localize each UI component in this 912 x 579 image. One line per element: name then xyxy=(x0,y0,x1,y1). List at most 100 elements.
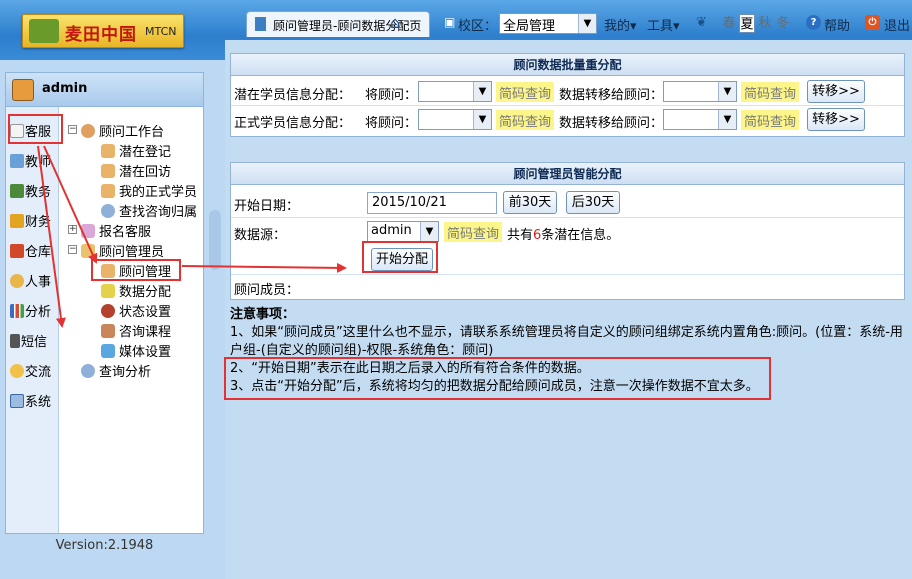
users-icon xyxy=(101,184,115,198)
expand-signup-icon[interactable]: + xyxy=(68,225,77,234)
to-consultant-select[interactable]: ▼ xyxy=(663,109,737,130)
tree-item-potential-followup[interactable]: 潜在回访 xyxy=(101,161,171,180)
logo-mark-icon xyxy=(29,19,59,43)
category-column: 客服 教师 教务 财务 仓库 人事 分析 短信 交流 系统 xyxy=(6,107,59,533)
tree-item-media-settings[interactable]: 媒体设置 xyxy=(101,341,171,360)
chevron-down-icon: ▼ xyxy=(578,14,596,33)
code-search-link[interactable]: 简码查询 xyxy=(741,82,800,102)
help-icon[interactable]: ? xyxy=(806,15,821,30)
record-count: 共有6条潜在信息。 xyxy=(507,228,620,243)
start-date-input[interactable]: 2015/10/21 xyxy=(367,192,497,214)
collapse-workbench-icon[interactable]: − xyxy=(68,125,77,134)
transfer-button[interactable]: 转移>> xyxy=(807,80,865,103)
category-sms[interactable]: 短信 xyxy=(10,331,58,355)
system-icon xyxy=(10,394,24,408)
notes-title: 注意事项： xyxy=(230,307,296,322)
category-academic[interactable]: 教务 xyxy=(10,181,58,205)
chevron-down-icon: ▼ xyxy=(718,82,736,101)
code-search-link[interactable]: 简码查询 xyxy=(444,222,503,242)
logo: 麦田中国 MTCN xyxy=(22,14,184,48)
note-1: 1、如果“顾问成员”这里什么也不显示，请联系系统管理员将自定义的顾问组绑定系统内… xyxy=(230,325,903,358)
chevron-down-icon: ▼ xyxy=(473,110,491,129)
tree-signup[interactable]: 报名客服 xyxy=(81,221,151,240)
category-chat[interactable]: 交流 xyxy=(10,361,58,385)
formal-student-row: 正式学员信息分配： 将顾问： ▼ 简码查询 数据转移给顾问： ▼ 简码查询 转移… xyxy=(231,106,904,134)
main-content: 顾问数据批量重分配 潜在学员信息分配： 将顾问： ▼ 简码查询 数据转移给顾问：… xyxy=(225,40,912,579)
to-consultant-select[interactable]: ▼ xyxy=(663,81,737,102)
tab-data-allocation[interactable]: 顾问管理员-顾问数据分配页 ⌂ xyxy=(246,11,430,37)
code-search-link[interactable]: 简码查询 xyxy=(496,82,555,102)
season-autumn[interactable]: 秋 xyxy=(757,14,773,33)
code-search-link[interactable]: 简码查询 xyxy=(741,110,800,130)
from-consultant-select[interactable]: ▼ xyxy=(418,81,492,102)
search-icon xyxy=(81,364,95,378)
campus-select[interactable]: 全局管理 ▼ xyxy=(499,13,597,34)
sidebar-collapse-handle[interactable] xyxy=(209,210,221,270)
members-row: 顾问成员： xyxy=(231,275,904,299)
data-source-row: 数据源： admin ▼ 简码查询 共有6条潜在信息。 xyxy=(231,218,904,245)
tree-item-status-settings[interactable]: 状态设置 xyxy=(101,301,171,320)
transfer-button[interactable]: 转移>> xyxy=(807,108,865,131)
prev-30-days-button[interactable]: 前30天 xyxy=(503,191,557,214)
person-question-icon xyxy=(10,274,24,288)
data-source-select[interactable]: admin ▼ xyxy=(367,221,439,242)
category-analysis[interactable]: 分析 xyxy=(10,301,58,325)
my-menu[interactable]: 我的▾ xyxy=(604,15,637,34)
annotation-box-start-button xyxy=(362,241,438,273)
chevron-down-icon: ▼ xyxy=(473,82,491,101)
season-spring[interactable]: 春 xyxy=(721,14,737,33)
start-date-label: 开始日期： xyxy=(234,199,300,214)
smart-allocation-panel: 顾问管理员智能分配 开始日期： 2015/10/21 前30天 后30天 数据源… xyxy=(230,162,905,300)
annotation-box-notes xyxy=(224,357,771,400)
start-date-row: 开始日期： 2015/10/21 前30天 后30天 xyxy=(231,187,904,218)
tree-workbench[interactable]: 顾问工作台 xyxy=(81,121,164,140)
version-label: Version:2.1948 xyxy=(55,538,154,553)
formal-allocation-label: 正式学员信息分配： xyxy=(234,116,352,131)
category-teacher[interactable]: 教师 xyxy=(10,151,58,175)
page-icon xyxy=(255,17,266,31)
next-30-days-button[interactable]: 后30天 xyxy=(566,191,620,214)
from-consultant-label: 将顾问： xyxy=(365,116,418,131)
category-finance[interactable]: 财务 xyxy=(10,211,58,235)
tree-item-potential-register[interactable]: 潜在登记 xyxy=(101,141,171,160)
person-icon xyxy=(81,124,95,138)
tools-menu[interactable]: 工具▾ xyxy=(647,15,680,34)
category-hr[interactable]: 人事 xyxy=(10,271,58,295)
search-icon xyxy=(101,204,115,218)
data-source-label: 数据源： xyxy=(234,228,287,243)
season-winter[interactable]: 冬 xyxy=(775,14,791,33)
potential-allocation-label: 潜在学员信息分配： xyxy=(234,88,352,103)
code-search-link[interactable]: 简码查询 xyxy=(496,110,555,130)
data-icon xyxy=(101,284,115,298)
category-warehouse[interactable]: 仓库 xyxy=(10,241,58,265)
batch-panel-title: 顾问数据批量重分配 xyxy=(231,54,904,76)
user-icon xyxy=(101,144,115,158)
status-icon xyxy=(101,304,115,318)
data-source-value: admin xyxy=(371,223,412,238)
campus-label: 校区： xyxy=(458,19,498,34)
tree-item-my-students[interactable]: 我的正式学员 xyxy=(101,181,197,200)
logout-icon[interactable]: ⏻ xyxy=(865,15,880,30)
tv-icon xyxy=(101,344,115,358)
people-icon xyxy=(10,364,24,378)
annotation-box-category xyxy=(8,114,63,144)
members-label: 顾问成员： xyxy=(234,283,300,298)
season-summer[interactable]: 夏 xyxy=(739,14,755,33)
to-consultant-label: 数据转移给顾问： xyxy=(559,88,664,103)
start-row: 开始分配 xyxy=(231,245,904,275)
course-icon xyxy=(101,324,115,338)
from-consultant-select[interactable]: ▼ xyxy=(418,109,492,130)
signup-icon xyxy=(81,224,95,238)
tree-item-consult-courses[interactable]: 咨询课程 xyxy=(101,321,171,340)
logout-link[interactable]: 退出 xyxy=(884,15,910,34)
category-system[interactable]: 系统 xyxy=(10,391,58,415)
help-link[interactable]: 帮助 xyxy=(824,15,850,34)
tree-admin[interactable]: 顾问管理员 xyxy=(81,241,164,260)
teacher-icon xyxy=(10,154,24,168)
collapse-admin-icon[interactable]: − xyxy=(68,245,77,254)
tree-item-data-allocation[interactable]: 数据分配 xyxy=(101,281,171,300)
home-icon[interactable]: ⌂ xyxy=(390,14,408,32)
tree-item-find-consult[interactable]: 查找咨询归属 xyxy=(101,201,197,220)
tree-query-analysis[interactable]: 查询分析 xyxy=(81,361,151,380)
bar-chart-icon xyxy=(10,304,24,318)
